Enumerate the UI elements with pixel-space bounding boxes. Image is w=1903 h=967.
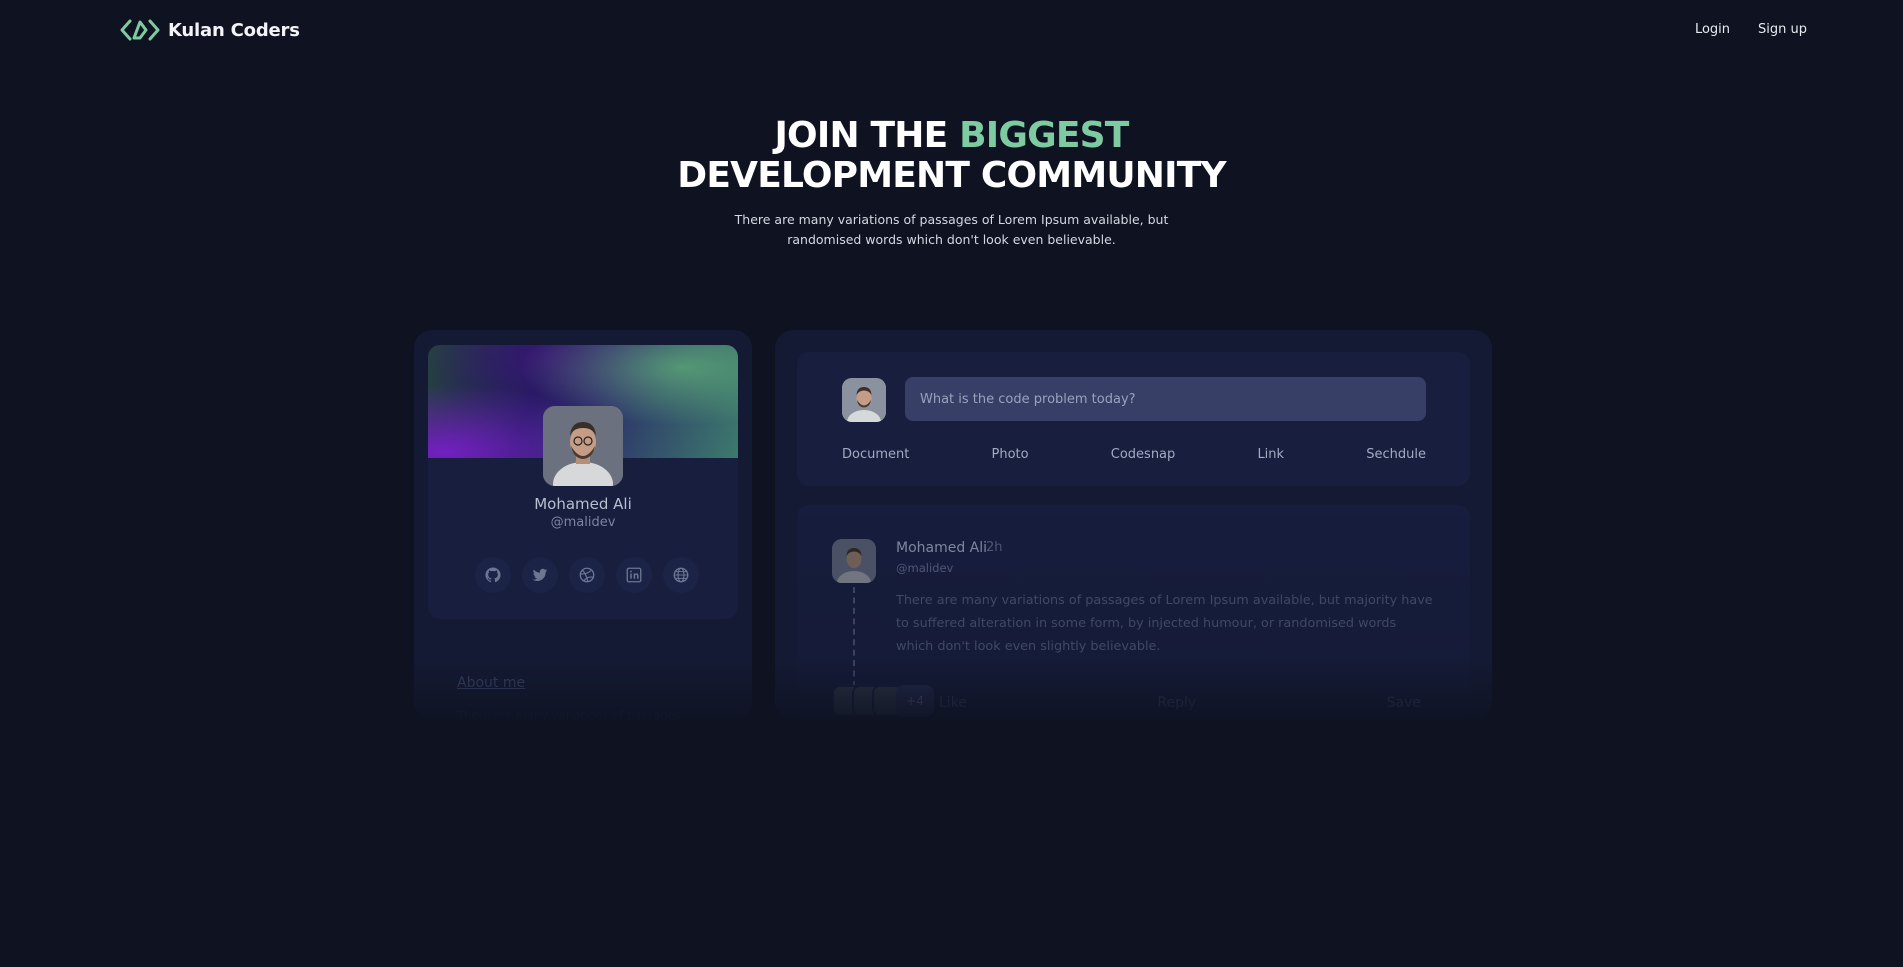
post-actions: Like Reply Save bbox=[939, 695, 1421, 711]
avatar bbox=[832, 539, 876, 583]
reactor-avatars[interactable]: +4 bbox=[832, 685, 934, 717]
hero-title-line2: DEVELOPMENT COMMUNITY bbox=[677, 155, 1226, 196]
avatar bbox=[543, 406, 623, 486]
about-me-heading[interactable]: About me bbox=[457, 675, 525, 691]
login-link[interactable]: Login bbox=[1695, 22, 1730, 37]
code-logo-icon bbox=[120, 19, 160, 41]
twitter-icon[interactable] bbox=[522, 557, 558, 593]
brand-logo[interactable]: Kulan Coders bbox=[120, 18, 300, 42]
top-navbar: Kulan Coders Login Sign up bbox=[0, 0, 1903, 62]
hero-subtitle: There are many variations of passages of… bbox=[734, 212, 1169, 247]
more-reactors-badge: +4 bbox=[896, 685, 934, 717]
reply-button[interactable]: Reply bbox=[1157, 695, 1196, 711]
profile-panel: Mohamed Ali @malidev About me There are … bbox=[414, 330, 752, 722]
auth-links: Login Sign up bbox=[1695, 22, 1807, 37]
social-links bbox=[475, 557, 699, 593]
thread-line bbox=[853, 587, 855, 687]
signup-link[interactable]: Sign up bbox=[1758, 22, 1807, 37]
person-avatar-icon bbox=[832, 539, 876, 583]
dribbble-icon[interactable] bbox=[569, 557, 605, 593]
globe-icon[interactable] bbox=[663, 557, 699, 593]
linkedin-icon[interactable] bbox=[616, 557, 652, 593]
person-avatar-icon bbox=[842, 378, 886, 422]
hero-title-prefix: JOIN THE bbox=[774, 115, 960, 156]
feed-panel: Document Photo Codesnap Link Sechdule Mo… bbox=[775, 330, 1492, 720]
save-button[interactable]: Save bbox=[1387, 695, 1421, 711]
photo-button[interactable]: Photo bbox=[992, 447, 1029, 462]
schedule-button[interactable]: Sechdule bbox=[1366, 447, 1426, 462]
hero-title-accent: BIGGEST bbox=[959, 115, 1129, 156]
person-avatar-icon bbox=[543, 406, 623, 486]
post-body: There are many variations of passages of… bbox=[896, 593, 1433, 654]
document-button[interactable]: Document bbox=[842, 447, 909, 462]
composer-actions: Document Photo Codesnap Link Sechdule bbox=[842, 447, 1426, 462]
feed-post: Mohamed Ali 2h @malidev There are many v… bbox=[797, 505, 1470, 720]
brand-name: Kulan Coders bbox=[168, 19, 300, 41]
link-button[interactable]: Link bbox=[1257, 447, 1284, 462]
github-icon[interactable] bbox=[475, 557, 511, 593]
about-me-text: There are many variations of passages bbox=[457, 708, 681, 722]
post-composer: Document Photo Codesnap Link Sechdule bbox=[797, 352, 1470, 486]
like-button[interactable]: Like bbox=[939, 695, 967, 711]
avatar bbox=[842, 378, 886, 422]
codesnap-button[interactable]: Codesnap bbox=[1111, 447, 1176, 462]
hero-section: JOIN THE BIGGEST DEVELOPMENT COMMUNITY T… bbox=[0, 116, 1903, 250]
post-author[interactable]: Mohamed Ali bbox=[896, 540, 987, 556]
post-handle: @malidev bbox=[896, 561, 954, 575]
post-time: 2h bbox=[986, 540, 1003, 555]
hero-title: JOIN THE BIGGEST DEVELOPMENT COMMUNITY bbox=[0, 116, 1903, 196]
profile-card: Mohamed Ali @malidev bbox=[428, 345, 738, 619]
profile-name: Mohamed Ali bbox=[534, 495, 632, 513]
profile-handle: @malidev bbox=[550, 515, 616, 530]
post-input[interactable] bbox=[905, 377, 1426, 421]
app-preview: Mohamed Ali @malidev About me There are … bbox=[414, 330, 1492, 722]
